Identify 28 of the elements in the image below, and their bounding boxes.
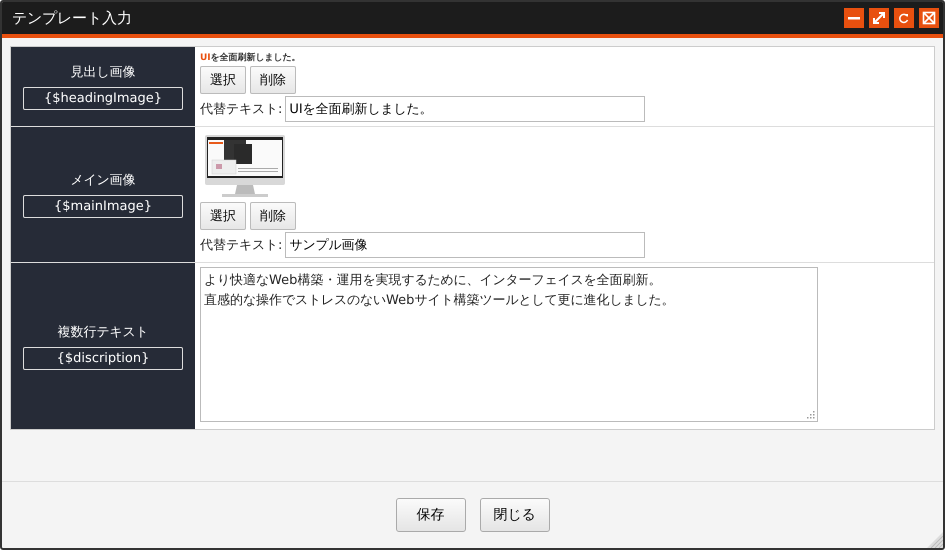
variable-tag: {$discription} — [23, 346, 183, 370]
expand-arrows-icon — [872, 11, 886, 25]
variable-tag: {$headingImage} — [23, 87, 183, 110]
footer-button[interactable]: 閉じる — [480, 498, 550, 532]
refresh-button[interactable] — [894, 8, 914, 28]
minimize-button[interactable] — [844, 8, 864, 28]
image-action-button[interactable]: 選択 — [200, 66, 246, 94]
alt-text-field[interactable]: UIを全面刷新しました。 — [285, 96, 646, 122]
alt-text-field[interactable]: サンプル画像 — [285, 232, 646, 258]
multiline-text-field[interactable]: より快適なWeb構築・運用を実現するために、インターフェイスを全面刷新。 直感的な操作でストレスのないWebサイト構築ツールとして更に進化しました。 — [200, 267, 818, 422]
alt-text-label: 代替テキスト: — [200, 101, 282, 118]
field-label: メイン画像 — [70, 172, 136, 189]
image-action-button[interactable]: 選択 — [200, 202, 246, 230]
maximize-button[interactable] — [869, 8, 889, 28]
field-label: 見出し画像 — [70, 64, 136, 81]
refresh-icon — [897, 11, 911, 25]
alt-text-label: 代替テキスト: — [200, 237, 282, 254]
window-title: テンプレート入力 — [12, 8, 132, 28]
footer-button[interactable]: 保存 — [396, 498, 466, 532]
close-icon — [922, 11, 936, 25]
resize-grip-icon — [807, 411, 815, 419]
variable-tag: {$mainImage} — [23, 195, 183, 218]
image-action-button[interactable]: 削除 — [250, 202, 296, 230]
image-action-button[interactable]: 削除 — [250, 66, 296, 94]
field-label: 複数行テキスト — [58, 324, 148, 340]
window-resize-grip-icon — [927, 532, 943, 548]
banner-image: UIを全面刷新しました。 — [200, 51, 301, 64]
close-button[interactable] — [919, 8, 939, 28]
